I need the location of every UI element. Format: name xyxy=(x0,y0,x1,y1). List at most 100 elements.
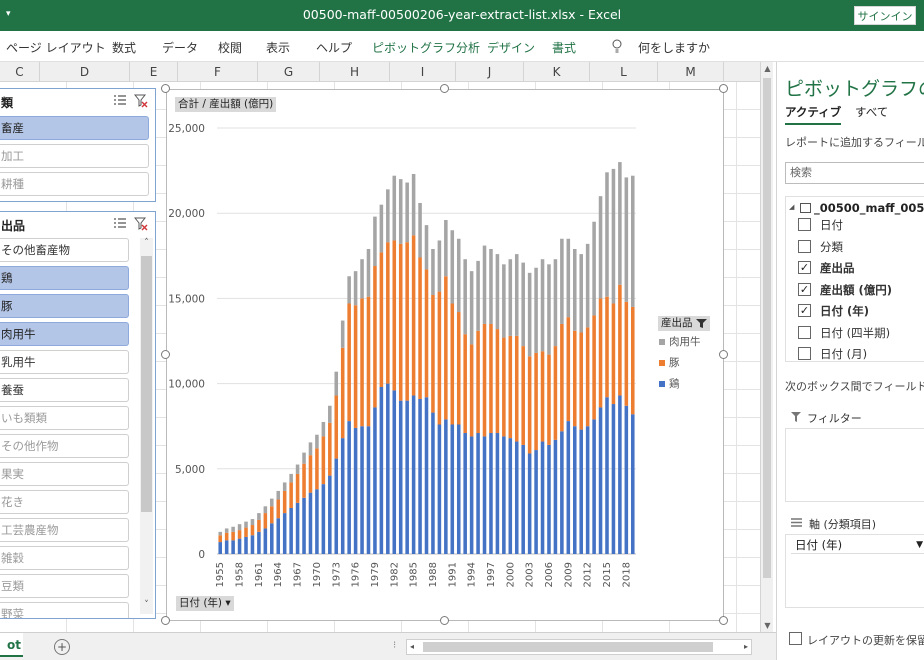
scroll-left-icon[interactable]: ◂ xyxy=(410,642,414,651)
resize-handle[interactable] xyxy=(719,84,728,93)
lightbulb-icon[interactable] xyxy=(612,39,622,53)
slicer-item[interactable]: 乳用牛 xyxy=(0,350,129,374)
slicer-item[interactable]: 豆類 xyxy=(0,574,129,598)
scroll-thumb[interactable] xyxy=(763,78,771,578)
legend-field-button[interactable]: 産出品 xyxy=(658,316,710,331)
tab-design[interactable]: デザイン xyxy=(487,39,535,56)
field-item[interactable]: 産出額 (億円) xyxy=(820,282,892,298)
field-checkbox[interactable]: ✓ xyxy=(798,261,811,274)
multi-select-icon[interactable] xyxy=(113,217,127,229)
slicer-item[interactable]: その他作物 xyxy=(0,434,129,458)
vertical-scrollbar[interactable]: ▲ ▼ xyxy=(760,62,773,632)
column-header[interactable]: J xyxy=(456,62,524,82)
field-item[interactable]: 日付 (四半期) xyxy=(820,325,890,341)
scroll-up-icon[interactable]: ▲ xyxy=(761,64,774,73)
filter-drop-area[interactable] xyxy=(785,428,924,502)
slicer-scrollbar[interactable]: ˄ ˅ xyxy=(140,238,153,614)
tab-pivotchart-analyze[interactable]: ピボットグラフ分析 xyxy=(372,39,480,56)
multi-select-icon[interactable] xyxy=(113,94,127,106)
field-item[interactable]: 日付 xyxy=(820,217,843,233)
defer-update-checkbox[interactable] xyxy=(789,632,802,645)
field-checkbox[interactable]: ✓ xyxy=(798,304,811,317)
field-checkbox[interactable] xyxy=(798,218,811,231)
scroll-down-icon[interactable]: ▼ xyxy=(761,621,774,630)
tab-all[interactable]: すべて xyxy=(855,104,888,120)
resize-handle[interactable] xyxy=(440,616,449,625)
slicer-item[interactable]: 鶏 xyxy=(0,266,129,290)
column-header[interactable]: L xyxy=(590,62,658,82)
resize-handle[interactable] xyxy=(161,616,170,625)
resize-handle[interactable] xyxy=(161,350,170,359)
column-header[interactable]: E xyxy=(130,62,178,82)
tab-page-layout[interactable]: ページ レイアウト xyxy=(6,39,106,56)
tab-formulas[interactable]: 数式 xyxy=(112,39,136,56)
bar-segment xyxy=(386,242,390,384)
slicer-item[interactable]: 果実 xyxy=(0,462,129,486)
axis-field-item[interactable]: 日付 (年) ▼ xyxy=(791,536,924,554)
column-header[interactable]: G xyxy=(258,62,320,82)
dropdown-icon[interactable]: ▼ xyxy=(916,536,923,554)
slicer-item[interactable]: 花き xyxy=(0,490,129,514)
slicer-item[interactable]: その他畜産物 xyxy=(0,238,129,262)
field-search-input[interactable]: 検索 xyxy=(785,162,924,184)
tell-me-search[interactable]: 何をしますか xyxy=(638,39,710,56)
field-item[interactable]: 分類 xyxy=(820,239,843,255)
slicer-item[interactable]: 加工 xyxy=(0,144,149,168)
tab-data[interactable]: データ xyxy=(162,39,198,56)
slicer-item[interactable]: 耕種 xyxy=(0,172,149,196)
value-field-button[interactable]: 合計 / 産出額 (億円) xyxy=(175,97,277,112)
column-header[interactable]: D xyxy=(40,62,130,82)
slicer-item[interactable]: 雑穀 xyxy=(0,546,129,570)
collapse-icon[interactable]: ◢ xyxy=(789,203,794,211)
clear-filter-icon[interactable] xyxy=(134,217,148,231)
field-item[interactable]: 産出品 xyxy=(820,260,855,276)
field-checkbox[interactable] xyxy=(798,240,811,253)
tab-help[interactable]: ヘルプ xyxy=(316,39,352,56)
tab-review[interactable]: 校閲 xyxy=(218,39,242,56)
scroll-up-icon[interactable]: ˄ xyxy=(140,238,153,252)
slicer-item[interactable]: 野菜 xyxy=(0,602,129,618)
field-checkbox[interactable] xyxy=(798,326,811,339)
bar-segment xyxy=(618,395,622,554)
column-header[interactable]: K xyxy=(524,62,590,82)
column-header[interactable]: F xyxy=(178,62,258,82)
field-checkbox[interactable]: ✓ xyxy=(798,283,811,296)
resize-handle[interactable] xyxy=(161,84,170,93)
sign-in-button[interactable]: サインイン xyxy=(854,6,916,25)
splitter-handle-icon[interactable]: ⁝ xyxy=(393,640,396,651)
resize-handle[interactable] xyxy=(719,616,728,625)
bar-segment xyxy=(540,351,545,442)
scroll-right-icon[interactable]: ▸ xyxy=(744,642,748,651)
resize-handle[interactable] xyxy=(719,350,728,359)
slicer-item[interactable]: いも類類 xyxy=(0,406,129,430)
column-header[interactable]: M xyxy=(658,62,724,82)
sheet-tab[interactable]: ot xyxy=(0,633,23,657)
add-sheet-icon[interactable]: + xyxy=(54,639,70,655)
field-item[interactable]: 日付 (年) xyxy=(820,303,869,319)
column-header[interactable]: I xyxy=(390,62,456,82)
slicer-item[interactable]: 肉用牛 xyxy=(0,322,129,346)
column-header[interactable]: C xyxy=(0,62,40,82)
field-item[interactable]: 日付 (月) xyxy=(820,346,867,362)
column-header[interactable]: H xyxy=(320,62,390,82)
scroll-thumb[interactable] xyxy=(141,256,152,512)
slicer-item[interactable]: 畜産 xyxy=(0,116,149,140)
slicer-item[interactable]: 豚 xyxy=(0,294,129,318)
tab-active[interactable]: アクティブ xyxy=(785,104,842,125)
bar-segment xyxy=(437,291,442,425)
resize-handle[interactable] xyxy=(440,84,449,93)
scroll-thumb[interactable] xyxy=(423,642,713,652)
tab-format[interactable]: 書式 xyxy=(552,39,576,56)
legend-item-pork: 豚 xyxy=(659,355,680,370)
slicer-category[interactable]: 類 畜産 加工 耕種 xyxy=(0,88,156,202)
pivot-chart[interactable]: 25,000 20,000 15,000 10,000 5,000 0 1955 1958 19… xyxy=(166,89,724,621)
slicer-product[interactable]: 出品 その他畜産物 鶏 豚 肉用牛 乳用牛 養蚕 いも類類 その他作物 果実 花… xyxy=(0,211,156,619)
slicer-item[interactable]: 工芸農産物 xyxy=(0,518,129,542)
tab-view[interactable]: 表示 xyxy=(266,39,290,56)
clear-filter-icon[interactable] xyxy=(134,94,148,108)
field-checkbox[interactable] xyxy=(798,347,811,360)
slicer-item[interactable]: 養蚕 xyxy=(0,378,129,402)
scroll-down-icon[interactable]: ˅ xyxy=(140,600,153,614)
horizontal-scrollbar[interactable]: ◂ ▸ xyxy=(406,639,752,655)
axis-field-button[interactable]: 日付 (年) ▾ xyxy=(176,596,234,611)
